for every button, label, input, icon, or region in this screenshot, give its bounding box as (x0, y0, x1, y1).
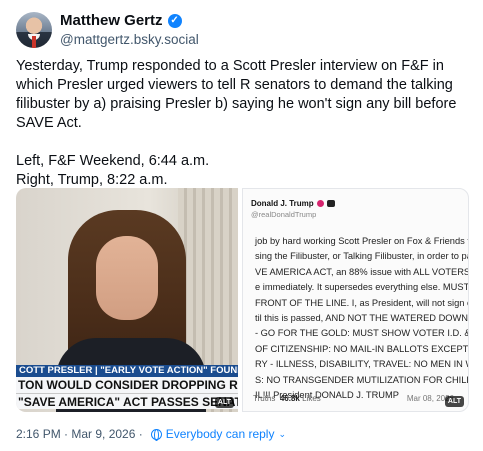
badge-icon (326, 200, 335, 207)
alt-badge[interactable]: ALT (444, 396, 464, 407)
image-truth-social-post[interactable]: Donald J. Trump @realDonaldTrump job by … (242, 188, 469, 412)
truth-handle: @realDonaldTrump (251, 210, 317, 219)
lower-third-top: COTT PRESLER | "EARLY VOTE ACTION" FOUND… (16, 365, 238, 377)
truth-body: job by hard working Scott Presler on Fox… (255, 234, 469, 403)
truth-author: Donald J. Trump (251, 199, 335, 208)
truth-line: - GO FOR THE GOLD: MUST SHOW VOTER I.D. … (255, 328, 469, 339)
avatar-tie (32, 36, 36, 48)
post-text: Yesterday, Trump responded to a Scott Pr… (16, 57, 471, 209)
truth-line: OF CITIZENSHIP: NO MAIL-IN BALLOTS EXCEP… (255, 343, 469, 354)
truth-line: e immediately. It supersedes everything … (255, 282, 469, 293)
post-header: Matthew Gertz ✓ @mattgertz.bsky.social (16, 10, 466, 50)
truth-line: FRONT OF THE LINE. I, as President, will… (255, 297, 469, 308)
author-name[interactable]: Matthew Gertz (60, 12, 163, 29)
lower-third-bottom: "SAVE AMERICA" ACT PASSES SENATE (16, 393, 238, 409)
truth-like-count: 46.8k (279, 394, 300, 403)
truth-header: Donald J. Trump @realDonaldTrump (251, 199, 335, 219)
truth-line: RY - ILLNESS, DISABILITY, TRAVEL: NO MEN… (255, 359, 469, 370)
truth-line: VE AMERICA ACT, an 88% issue with ALL VO… (255, 266, 469, 277)
tv-lower-third: COTT PRESLER | "EARLY VOTE ACTION" FOUND… (16, 365, 238, 412)
lower-third-mid: TON WOULD CONSIDER DROPPING RACE (16, 377, 238, 393)
globe-icon (150, 428, 162, 441)
avatar[interactable] (16, 12, 52, 48)
post-footer: 2:16 PM · Mar 9, 2026 · Everybody can re… (16, 427, 286, 441)
post-timestamp[interactable]: 2:16 PM · Mar 9, 2026 · (16, 427, 143, 441)
truth-author-name: Donald J. Trump (251, 199, 314, 208)
reply-setting-link[interactable]: Everybody can reply (166, 427, 275, 441)
verified-icon: ✓ (167, 13, 182, 28)
alt-badge[interactable]: ALT (214, 397, 234, 408)
truth-line: til this is passed, AND NOT THE WATERED … (255, 313, 469, 324)
person-face (96, 236, 158, 320)
truth-line: sing the Filibuster, or Talking Filibust… (255, 251, 469, 262)
media-gallery: COTT PRESLER | "EARLY VOTE ACTION" FOUND… (16, 188, 469, 412)
author-row: Matthew Gertz ✓ (60, 12, 182, 29)
chevron-down-icon[interactable]: ⌄ (278, 429, 286, 440)
truth-footer-label: Truths (253, 394, 276, 403)
post-paragraph: Left, F&F Weekend, 6:44 a.m. Right, Trum… (16, 153, 210, 188)
truth-likes-label: Likes (302, 394, 321, 403)
post-paragraph: Yesterday, Trump responded to a Scott Pr… (16, 58, 457, 131)
truth-line: S: NO TRANSGENDER MUTILIZATION FOR CHILD… (255, 374, 468, 385)
truth-line: job by hard working Scott Presler on Fox… (255, 236, 469, 246)
badge-icon (316, 200, 324, 207)
image-tv-interview[interactable]: COTT PRESLER | "EARLY VOTE ACTION" FOUND… (16, 188, 238, 412)
author-handle[interactable]: @mattgertz.bsky.social (60, 32, 199, 47)
